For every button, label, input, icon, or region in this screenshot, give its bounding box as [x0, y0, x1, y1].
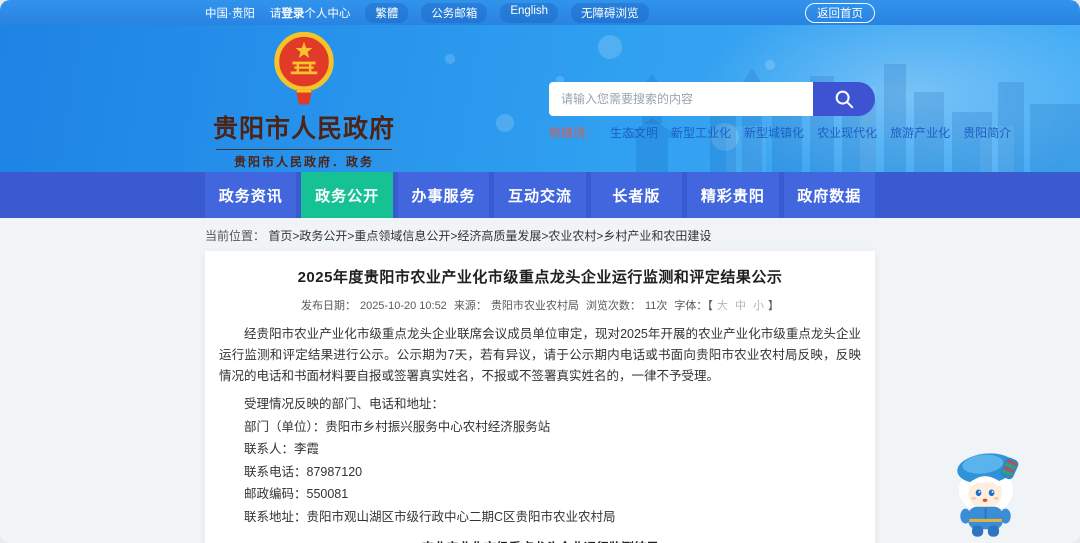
views-value: 11次 [644, 300, 668, 312]
hot-word-4[interactable]: 旅游产业化 [890, 124, 950, 141]
return-home-button[interactable]: 返回首页 [805, 2, 875, 23]
nav-item-0[interactable]: 政务资讯 [205, 172, 297, 218]
font-size-small[interactable]: 小 [753, 300, 764, 312]
topbar: 中国·贵阳 请登录个人中心 繁體 公务邮箱 English 无障碍浏览 返回首页 [0, 0, 1080, 25]
article-title: 2025年度贵阳市农业产业化市级重点龙头企业运行监测和评定结果公示 [297, 269, 783, 286]
hot-word-0[interactable]: 生态文明 [610, 124, 658, 141]
hot-word-1[interactable]: 新型工业化 [671, 124, 731, 141]
breadcrumb-label: 当前位置： [205, 229, 266, 243]
contact-line-4: 联系地址：贵阳市观山湖区市级行政中心二期C区贵阳市农业农村局 [244, 509, 616, 524]
font-size-label: 字体：【 [674, 300, 713, 312]
site-title: 贵阳市人民政府 [212, 115, 395, 143]
nav-item-6[interactable]: 政府数据 [783, 172, 875, 218]
topbar-region-link[interactable]: 中国·贵阳 [205, 5, 255, 21]
topbar-pill-0[interactable]: 繁體 [365, 2, 409, 23]
table-caption: 农业产业化市级重点龙头企业运行监测结果 [219, 537, 861, 543]
hot-word-3[interactable]: 农业现代化 [817, 124, 877, 141]
publish-date-label: 发布日期： [300, 300, 356, 312]
hot-search-row: 热搜词： 生态文明 新型工业化 新型城镇化 农业现代化 旅游产业化 贵阳简介 [549, 124, 1011, 141]
contact-line-0: 部门（单位）：贵阳市乡村振兴服务中心农村经济服务站 [244, 419, 551, 434]
font-size-medium[interactable]: 中 [735, 300, 746, 312]
contact-line-1: 联系人：李霞 [244, 442, 320, 456]
hot-words: 生态文明 新型工业化 新型城镇化 农业现代化 旅游产业化 贵阳简介 [610, 124, 1011, 141]
site-brand[interactable]: 贵阳市人民政府 贵阳市人民政府．政务 www.guiyang.gov.cn [208, 30, 400, 172]
search-icon [835, 90, 854, 109]
main-nav-band: 政务资讯 政务公开 办事服务 互动交流 长者版 精彩贵阳 政府数据 [0, 172, 1080, 218]
contact-line-3: 邮政编码：550081 [244, 487, 349, 501]
topbar-pill-3[interactable]: 无障碍浏览 [571, 2, 649, 23]
brand-divider [216, 149, 392, 150]
hot-search-label: 热搜词： [549, 126, 598, 140]
nav-item-1[interactable]: 政务公开 [301, 172, 393, 218]
nav-item-4[interactable]: 长者版 [590, 172, 683, 218]
source-value: 贵阳市农业农村局 [490, 300, 579, 312]
article-meta: 发布日期： 2025-10-20 10:52 来源： 贵阳市农业农村局 浏览次数： 1… [219, 297, 861, 313]
login-suffix: 个人中心 [304, 7, 351, 20]
search-input[interactable] [549, 82, 813, 116]
topbar-pill-2[interactable]: English [500, 2, 559, 23]
contact-lines: 部门（单位）：贵阳市乡村振兴服务中心农村经济服务站 联系人：李霞联系电话：8798… [219, 419, 861, 526]
topbar-login-link[interactable]: 请登录个人中心 [270, 5, 351, 21]
main-nav: 政务资讯 政务公开 办事服务 互动交流 长者版 精彩贵阳 政府数据 [205, 172, 875, 218]
search-area: 热搜词： 生态文明新型工业化新型城镇化农业现代化旅游产业化贵阳简介 [549, 82, 1011, 141]
topbar-quick-links: 繁體 公务邮箱 English 无障碍浏览 [365, 2, 649, 23]
search-button[interactable] [813, 82, 875, 116]
contact-line-2: 联系电话：87987120 [244, 464, 363, 479]
nav-item-3[interactable]: 互动交流 [494, 172, 586, 218]
nav-item-5[interactable]: 精彩贵阳 [687, 172, 779, 218]
article-paragraph: 经贵阳市农业产业化市级重点龙头企业联席会议成员单位审定，现对2025年开展的农业… [219, 327, 861, 383]
contact-intro: 受理情况反映的部门、电话和地址： [244, 397, 445, 411]
login-bold[interactable]: 登录 [281, 8, 304, 20]
font-size-label-end: 】 [768, 300, 780, 312]
login-prefix: 请 [269, 7, 282, 20]
font-size-large[interactable]: 大 [717, 300, 728, 312]
views-label: 浏览次数： [585, 300, 641, 312]
page: 中国·贵阳 请登录个人中心 繁體公务邮箱 English 无障碍浏览 返回首页 [0, 0, 1080, 543]
national-emblem-icon [274, 31, 334, 105]
nav-item-2[interactable]: 办事服务 [397, 172, 490, 218]
hot-word-5[interactable]: 贵阳简介 [963, 124, 1011, 141]
site-subtitle: 贵阳市人民政府．政务 [233, 155, 374, 169]
publish-date-value: 2025-10-20 10:52 [359, 300, 447, 312]
header-banner: 贵阳市人民政府 贵阳市人民政府．政务 www.guiyang.gov.cn [0, 25, 1080, 172]
breadcrumb-path[interactable]: 首页>政务公开>重点领域信息公开>经济高质量发展>农业农村>乡村产业和农田建设 [268, 229, 711, 243]
topbar-pill-1[interactable]: 公务邮箱 [421, 2, 488, 23]
mascot-widget[interactable] [944, 441, 1028, 539]
hot-word-2[interactable]: 新型城镇化 [744, 124, 804, 141]
article-card: 2025年度贵阳市农业产业化市级重点龙头企业运行监测和评定结果公示 发布日期： 2… [205, 251, 875, 543]
breadcrumb: 当前位置： 首页>政务公开>重点领域信息公开>经济高质量发展>农业农村>乡村产业… [205, 218, 875, 251]
source-label: 来源： [453, 300, 487, 312]
